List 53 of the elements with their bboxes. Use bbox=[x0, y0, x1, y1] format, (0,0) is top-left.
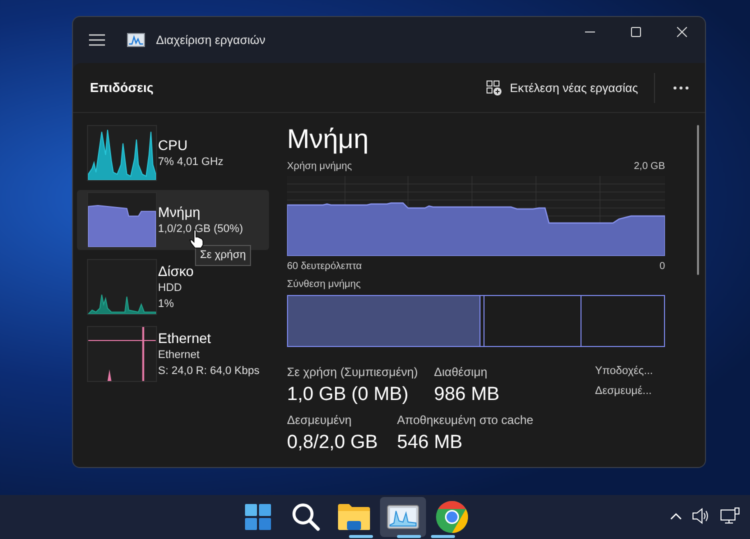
sidebar-item-detail: 1% bbox=[158, 297, 175, 312]
sidebar-item-title: Δίσκο bbox=[158, 262, 194, 280]
menu-icon bbox=[89, 34, 105, 46]
stat-value: 1,0 GB (0 MB) bbox=[287, 383, 410, 407]
memory-graph-icon bbox=[87, 192, 157, 248]
stat-label: Σε χρήση (Συμπιεσμένη) bbox=[287, 364, 419, 381]
sidebar-item[interactable]: Ethernet Ethernet S: 24,0 R: 64,0 Kbps bbox=[77, 324, 269, 384]
sidebar-item-detail: Ethernet bbox=[158, 348, 201, 363]
run-new-task-button[interactable]: Εκτέλεση νέας εργασίας bbox=[478, 72, 646, 104]
new-task-icon bbox=[486, 80, 502, 96]
windows-logo-icon bbox=[245, 504, 271, 530]
task-manager-icon bbox=[387, 505, 419, 529]
sidebar-item-detail: S: 24,0 R: 64,0 Kbps bbox=[158, 364, 260, 379]
time-axis-label: 60 δευτερόλεπτα bbox=[287, 260, 362, 274]
search-icon bbox=[291, 502, 321, 532]
wired-network-icon bbox=[720, 507, 740, 525]
chart-label: Χρήση μνήμης bbox=[287, 160, 352, 174]
stat-value: 546 MB bbox=[397, 431, 464, 455]
chrome-logo-icon bbox=[436, 501, 468, 533]
sidebar-item[interactable]: CPU 7% 4,01 GHz bbox=[77, 123, 269, 183]
chart-max-label: 2,0 GB bbox=[634, 160, 665, 174]
window-title: Διαχείριση εργασιών bbox=[156, 32, 266, 49]
stat-label: Δεσμευμέ... bbox=[595, 384, 653, 398]
sidebar-item-title: CPU bbox=[158, 136, 189, 154]
disk-graph-icon bbox=[87, 259, 157, 315]
task-manager-taskbar-button[interactable] bbox=[380, 497, 426, 537]
time-axis-end-label: 0 bbox=[659, 260, 665, 274]
stat-label: Δεσμευμένη bbox=[287, 412, 353, 429]
sidebar-item-detail: HDD bbox=[158, 281, 183, 296]
stat-value: 986 MB bbox=[434, 383, 500, 407]
stat-label: Αποθηκευμένη στο cache bbox=[397, 412, 534, 429]
sidebar-item-detail: 7% 4,01 GHz bbox=[158, 155, 224, 170]
stat-value: 0,8/2,0 GB bbox=[287, 431, 379, 455]
stat-label: Διαθέσιμη bbox=[434, 364, 488, 381]
folder-icon bbox=[338, 503, 370, 531]
chevron-up-icon bbox=[670, 512, 682, 520]
app-icon bbox=[127, 33, 145, 47]
close-icon bbox=[677, 27, 687, 37]
sidebar-item-title: Μνήμη bbox=[158, 203, 202, 221]
maximize-icon bbox=[631, 27, 641, 37]
minimize-icon bbox=[585, 31, 595, 33]
memory-heading: Μνήμη bbox=[287, 123, 370, 155]
composition-label: Σύνθεση μνήμης bbox=[287, 278, 362, 292]
scrollbar[interactable] bbox=[697, 125, 699, 275]
speaker-icon bbox=[692, 508, 710, 524]
sidebar-item[interactable]: Μνήμη 1,0/2,0 GB (50%) bbox=[77, 190, 269, 250]
page-title: Επιδόσεις bbox=[90, 78, 154, 97]
sidebar-item-title: Ethernet bbox=[158, 329, 212, 347]
network-graph-icon bbox=[87, 326, 157, 382]
sidebar-item-detail: 1,0/2,0 GB (50%) bbox=[158, 222, 243, 237]
more-icon bbox=[673, 86, 689, 90]
stat-label: Υποδοχές... bbox=[595, 364, 654, 379]
cpu-graph-icon bbox=[87, 125, 157, 181]
